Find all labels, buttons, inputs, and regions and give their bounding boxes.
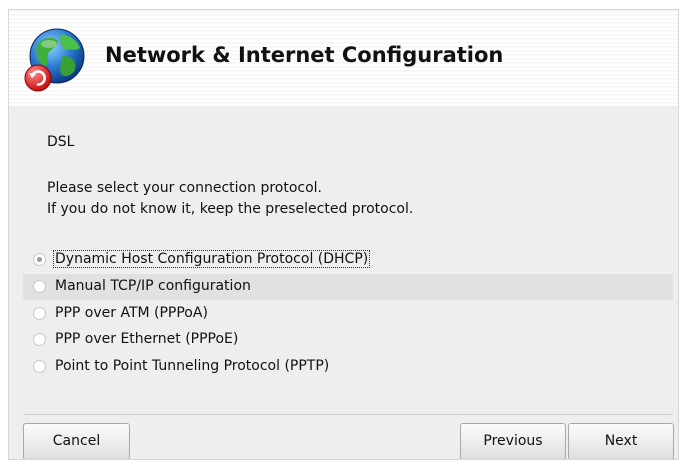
network-config-window: Network & Internet Configuration DSL Ple… xyxy=(8,9,679,460)
protocol-option-label: Point to Point Tunneling Protocol (PPTP) xyxy=(55,358,330,374)
protocol-option-pppoe[interactable]: PPP over Ethernet (PPPoE) xyxy=(23,327,673,353)
protocol-option-dhcp[interactable]: Dynamic Host Configuration Protocol (DHC… xyxy=(23,247,673,273)
protocol-option-label: Manual TCP/IP configuration xyxy=(55,278,251,294)
button-separator xyxy=(23,414,673,415)
connection-type-label: DSL xyxy=(47,134,75,150)
protocol-option-pppoa[interactable]: PPP over ATM (PPPoA) xyxy=(23,301,673,327)
main-content: DSL Please select your connection protoc… xyxy=(9,106,678,459)
radio-button[interactable] xyxy=(33,333,46,346)
next-button[interactable]: Next xyxy=(568,423,674,459)
radio-button[interactable] xyxy=(33,360,46,373)
radio-button[interactable] xyxy=(33,280,46,293)
protocol-option-pptp[interactable]: Point to Point Tunneling Protocol (PPTP) xyxy=(23,354,673,380)
globe-network-icon xyxy=(24,28,85,92)
radio-button[interactable] xyxy=(33,307,46,320)
page-title: Network & Internet Configuration xyxy=(105,43,504,67)
instruction-text-1: Please select your connection protocol. xyxy=(47,180,323,196)
protocol-option-manual[interactable]: Manual TCP/IP configuration xyxy=(23,274,673,300)
previous-button[interactable]: Previous xyxy=(460,423,566,459)
protocol-option-label: Dynamic Host Configuration Protocol (DHC… xyxy=(52,250,371,268)
header-banner: Network & Internet Configuration xyxy=(9,10,678,106)
cancel-button[interactable]: Cancel xyxy=(23,423,130,459)
protocol-option-label: PPP over ATM (PPPoA) xyxy=(55,305,208,321)
protocol-option-label: PPP over Ethernet (PPPoE) xyxy=(55,331,239,347)
radio-button-checked[interactable] xyxy=(33,253,46,266)
instruction-text-2: If you do not know it, keep the preselec… xyxy=(47,201,414,217)
